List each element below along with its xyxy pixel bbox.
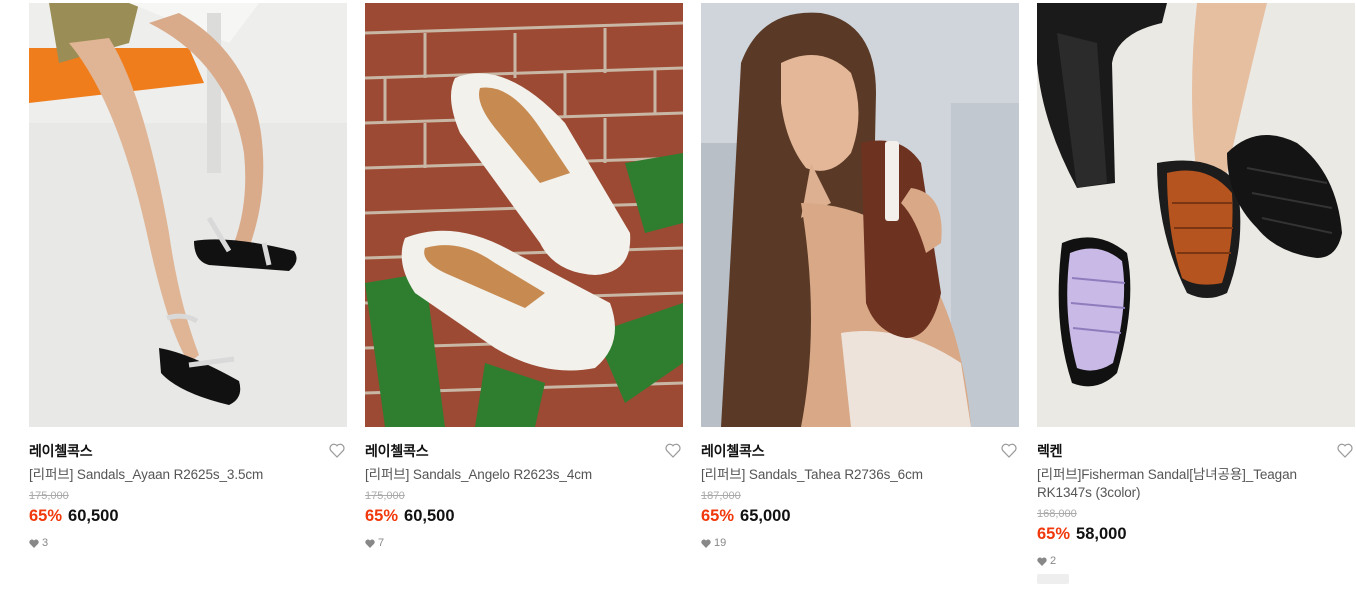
product-card[interactable]: 레이첼콕스 [리퍼브] Sandals_Ayaan R2625s_3.5cm 1… xyxy=(29,3,347,550)
sale-price: 60,500 xyxy=(68,507,119,525)
original-price: 175,000 xyxy=(365,490,405,502)
like-count-value: 2 xyxy=(1050,555,1057,567)
price-row: 65% 65,000 xyxy=(701,505,1019,527)
filled-heart-icon xyxy=(1037,557,1047,566)
product-photo[interactable] xyxy=(701,3,1019,427)
like-count: 7 xyxy=(365,536,683,550)
brand-name[interactable]: 렉켄 xyxy=(1037,441,1355,461)
sale-price: 58,000 xyxy=(1076,525,1127,543)
sandal-photo-icon xyxy=(29,3,347,427)
like-count: 3 xyxy=(29,536,347,550)
heart-icon[interactable] xyxy=(665,443,681,458)
product-grid: 레이첼콕스 [리퍼브] Sandals_Ayaan R2625s_3.5cm 1… xyxy=(0,0,1356,589)
product-photo[interactable] xyxy=(29,3,347,427)
brand-name[interactable]: 레이첼콕스 xyxy=(701,441,1019,461)
discount-rate: 65% xyxy=(365,507,399,525)
heart-icon[interactable] xyxy=(1001,443,1017,458)
discount-rate: 65% xyxy=(29,507,63,525)
heart-icon[interactable] xyxy=(329,443,345,458)
price-row: 65% 60,500 xyxy=(29,505,347,527)
like-count: 19 xyxy=(701,536,1019,550)
filled-heart-icon xyxy=(29,539,39,548)
product-name[interactable]: [리퍼브]Fisherman Sandal[남녀공용]_Teagan RK134… xyxy=(1037,466,1355,502)
sandal-photo-icon xyxy=(365,3,683,427)
product-card[interactable]: 렉켄 [리퍼브]Fisherman Sandal[남녀공용]_Teagan RK… xyxy=(1037,3,1355,589)
like-count: 2 xyxy=(1037,554,1355,568)
sale-price: 65,000 xyxy=(740,507,791,525)
sandal-photo-icon xyxy=(701,3,1019,427)
product-tag xyxy=(1037,574,1069,584)
price-row: 65% 60,500 xyxy=(365,505,683,527)
sale-price: 60,500 xyxy=(404,507,455,525)
product-photo[interactable] xyxy=(365,3,683,427)
discount-rate: 65% xyxy=(701,507,735,525)
sandal-photo-icon xyxy=(1037,3,1355,427)
like-count-value: 3 xyxy=(42,537,49,549)
filled-heart-icon xyxy=(365,539,375,548)
product-card[interactable]: 레이첼콕스 [리퍼브] Sandals_Angelo R2623s_4cm 17… xyxy=(365,3,683,550)
product-name[interactable]: [리퍼브] Sandals_Tahea R2736s_6cm xyxy=(701,466,1019,484)
original-price: 175,000 xyxy=(29,490,69,502)
product-photo[interactable] xyxy=(1037,3,1355,427)
product-card[interactable]: 레이첼콕스 [리퍼브] Sandals_Tahea R2736s_6cm 187… xyxy=(701,3,1019,550)
like-count-value: 7 xyxy=(378,537,385,549)
product-name[interactable]: [리퍼브] Sandals_Angelo R2623s_4cm xyxy=(365,466,683,484)
brand-name[interactable]: 레이첼콕스 xyxy=(365,441,683,461)
discount-rate: 65% xyxy=(1037,525,1071,543)
heart-icon[interactable] xyxy=(1337,443,1353,458)
original-price: 168,000 xyxy=(1037,508,1077,520)
product-name[interactable]: [리퍼브] Sandals_Ayaan R2625s_3.5cm xyxy=(29,466,347,484)
price-row: 65% 58,000 xyxy=(1037,523,1355,545)
brand-name[interactable]: 레이첼콕스 xyxy=(29,441,347,461)
original-price: 187,000 xyxy=(701,490,741,502)
filled-heart-icon xyxy=(701,539,711,548)
like-count-value: 19 xyxy=(714,537,727,549)
